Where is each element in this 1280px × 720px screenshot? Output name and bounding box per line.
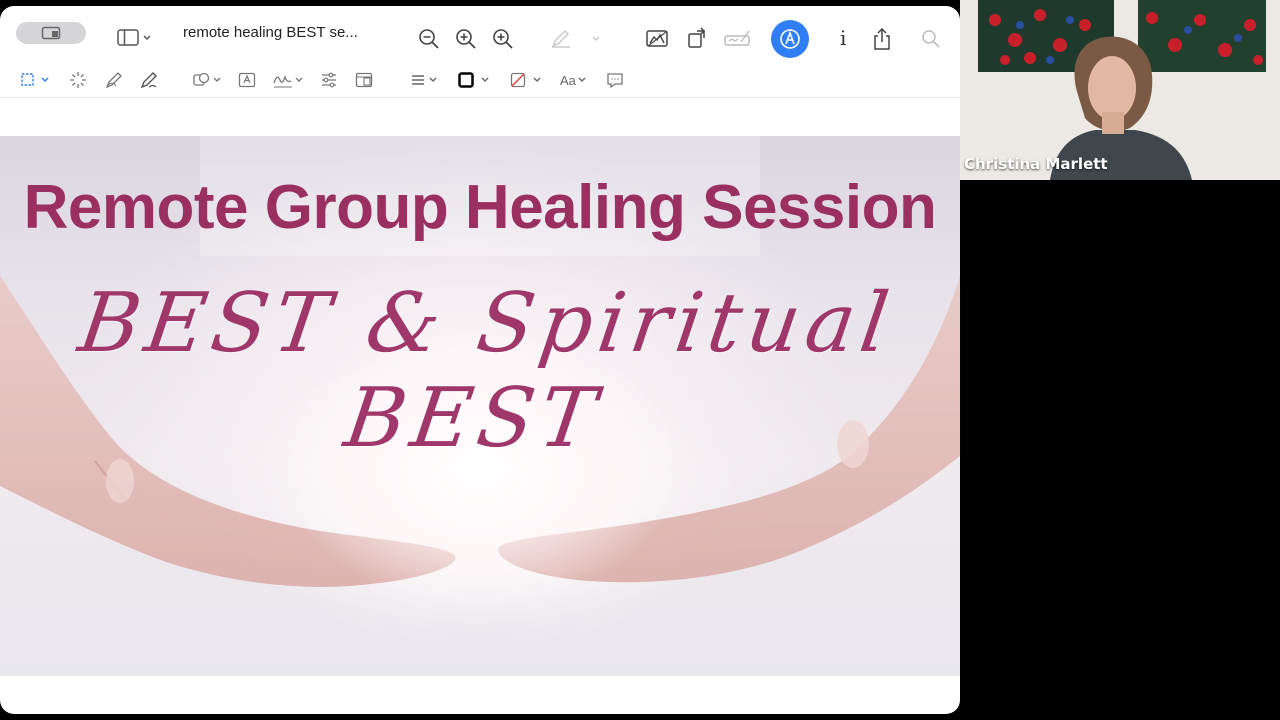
sidebar-toggle-icon[interactable] — [116, 28, 152, 48]
participant-video-tile[interactable]: Christina Marlett — [960, 0, 1280, 180]
participant-video-feed — [960, 0, 1280, 180]
slide-title: Remote Group Healing Session — [23, 173, 937, 242]
info-icon[interactable]: i — [840, 26, 846, 50]
draw-icon[interactable] — [140, 71, 158, 89]
text-box-icon[interactable] — [238, 71, 256, 89]
instant-alpha-icon[interactable] — [69, 71, 87, 89]
text-style-button[interactable]: Aa — [560, 71, 590, 89]
markup-toolbar: Aa — [0, 60, 960, 98]
border-color-icon[interactable] — [457, 71, 493, 89]
shapes-icon[interactable] — [192, 71, 224, 89]
chevron-down-icon — [578, 77, 586, 82]
crop-icon[interactable] — [645, 28, 669, 50]
adjust-color-icon[interactable] — [320, 71, 338, 89]
note-icon[interactable] — [606, 71, 624, 89]
slide-subtitle: BEST & Spiritual BEST — [73, 276, 901, 466]
zoom-in-icon[interactable] — [455, 28, 477, 50]
sketch-icon[interactable] — [105, 71, 123, 89]
preview-window: remote healing BEST se... i Aa Remote Gr… — [0, 6, 960, 714]
markup-icon — [780, 29, 800, 49]
share-icon[interactable] — [872, 27, 892, 51]
rotate-icon[interactable] — [687, 27, 709, 49]
signature-icon[interactable] — [723, 28, 751, 50]
adjust-size-icon[interactable] — [355, 71, 373, 89]
fill-color-icon[interactable] — [509, 71, 545, 89]
highlight-pen-icon[interactable] — [550, 29, 610, 49]
view-mode-button[interactable] — [16, 22, 86, 44]
search-icon[interactable] — [921, 29, 941, 49]
slide-image: Remote Group Healing Session BEST & Spir… — [0, 136, 960, 676]
document-title[interactable]: remote healing BEST se... — [183, 24, 358, 41]
title-toolbar: remote healing BEST se... i — [0, 6, 960, 60]
thumbnails-icon — [41, 26, 61, 40]
markup-toggle-button[interactable] — [771, 20, 809, 58]
zoom-fit-icon[interactable] — [492, 28, 514, 50]
rectangular-selection-icon[interactable] — [20, 72, 54, 88]
participant-name: Christina Marlett — [964, 155, 1108, 173]
sign-icon[interactable] — [272, 71, 306, 89]
zoom-out-icon[interactable] — [418, 28, 440, 50]
shape-style-icon[interactable] — [410, 71, 440, 89]
text-style-label: Aa — [560, 72, 576, 88]
